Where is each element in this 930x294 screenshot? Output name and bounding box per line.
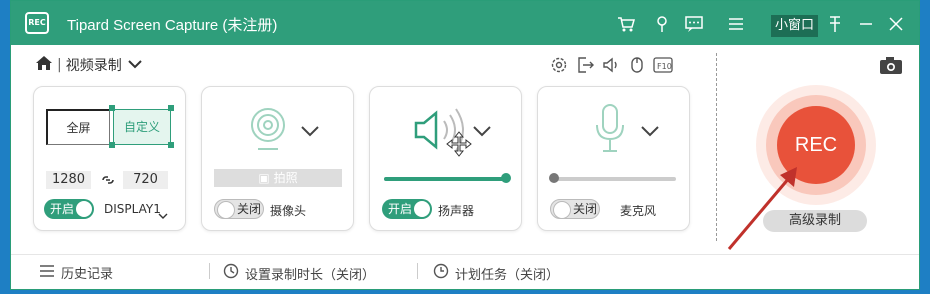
history-label: 历史记录 xyxy=(61,267,114,282)
screen-toggle[interactable]: 开启 xyxy=(44,199,94,219)
duration-label: 设置录制时长（关闭） xyxy=(245,267,376,283)
camera-toggle[interactable]: 关闭 xyxy=(214,199,264,219)
camera-snapshot-icon[interactable] xyxy=(879,55,903,79)
camera-icon: ▣ xyxy=(258,171,274,185)
pin-icon[interactable] xyxy=(826,15,844,33)
home-icon[interactable] xyxy=(35,54,53,76)
toggle-label: 开启 xyxy=(388,202,413,216)
speaker-volume-slider[interactable] xyxy=(384,173,511,183)
webcam-icon xyxy=(248,107,288,155)
mode-label[interactable]: 视频录制 xyxy=(66,55,122,75)
footer-separator xyxy=(209,263,210,279)
export-icon[interactable] xyxy=(575,55,595,75)
speaker-label: 扬声器 xyxy=(438,204,475,218)
f10-icon[interactable]: F10 xyxy=(653,55,673,75)
custom-region-option[interactable]: 自定义 xyxy=(113,109,171,145)
camera-label: 摄像头 xyxy=(270,204,307,218)
microphone-icon xyxy=(594,103,626,159)
cart-icon[interactable] xyxy=(617,15,635,33)
duration-link[interactable]: 设置录制时长（关闭） xyxy=(223,263,375,283)
speaker-card: 开启 扬声器 xyxy=(369,86,522,231)
snapshot-label: 拍照 xyxy=(273,171,298,185)
app-window: REC Tipard Screen Capture (未注册) 小窗口 | 视频… xyxy=(10,0,920,290)
move-cursor-icon xyxy=(446,131,472,161)
resize-handle[interactable] xyxy=(168,142,174,148)
mic-volume-slider[interactable] xyxy=(549,173,676,183)
clock-icon xyxy=(433,263,449,283)
arrow-annotation-icon xyxy=(727,167,797,250)
fullscreen-option[interactable]: 全屏 xyxy=(46,109,110,145)
speaker-toggle[interactable]: 开启 xyxy=(382,199,432,219)
snapshot-button[interactable]: ▣ 拍照 xyxy=(214,169,342,187)
resize-handle[interactable] xyxy=(168,105,174,111)
feedback-icon[interactable] xyxy=(685,15,703,33)
close-icon[interactable] xyxy=(887,15,905,33)
mic-label: 麦克风 xyxy=(620,204,657,218)
resize-handle[interactable] xyxy=(109,105,115,111)
display-select[interactable]: DISPLAY1 xyxy=(104,202,161,216)
resize-handle[interactable] xyxy=(109,142,115,148)
camera-card: ▣ 拍照 关闭 摄像头 xyxy=(201,86,354,231)
toggle-label: 开启 xyxy=(50,202,75,216)
title-bar: REC Tipard Screen Capture (未注册) 小窗口 xyxy=(11,1,919,45)
menu-icon[interactable] xyxy=(727,15,745,33)
schedule-label: 计划任务（关闭） xyxy=(455,267,560,283)
history-link[interactable]: 历史记录 xyxy=(39,263,113,282)
timer-icon xyxy=(223,263,239,283)
mic-toggle[interactable]: 关闭 xyxy=(550,199,600,219)
tool-icons: F10 xyxy=(549,55,673,75)
footer-bar: 历史记录 设置录制时长（关闭） 计划任务（关闭） xyxy=(11,254,919,290)
volume-icon[interactable] xyxy=(601,55,621,75)
rec-logo-icon: REC xyxy=(25,12,49,34)
svg-text:F10: F10 xyxy=(657,62,672,71)
footer-separator xyxy=(417,263,418,279)
screen-card: 全屏 自定义 1280 720 开启 DISPLAY1 xyxy=(33,86,186,231)
settings-icon[interactable] xyxy=(549,55,569,75)
chevron-down-icon[interactable] xyxy=(640,123,660,142)
width-input[interactable]: 1280 xyxy=(46,171,91,189)
chevron-down-icon[interactable] xyxy=(128,57,142,73)
slider-fill xyxy=(384,177,506,181)
chevron-down-icon[interactable] xyxy=(472,123,492,142)
key-icon[interactable] xyxy=(653,15,671,33)
schedule-link[interactable]: 计划任务（关闭） xyxy=(433,263,559,283)
slider-knob[interactable] xyxy=(549,173,559,183)
chevron-down-icon[interactable] xyxy=(300,123,320,142)
link-icon[interactable] xyxy=(100,172,116,192)
mic-card: 关闭 麦克风 xyxy=(537,86,690,231)
app-title: Tipard Screen Capture (未注册) xyxy=(67,17,278,34)
mouse-icon[interactable] xyxy=(627,55,647,75)
chevron-down-icon[interactable] xyxy=(158,205,168,224)
slider-knob[interactable] xyxy=(501,173,511,183)
height-input[interactable]: 720 xyxy=(123,171,168,189)
divider xyxy=(716,53,717,241)
toggle-label: 关闭 xyxy=(573,202,598,216)
minimize-icon[interactable] xyxy=(857,15,875,33)
mode-nav[interactable]: | 视频录制 xyxy=(35,54,142,76)
list-icon xyxy=(39,264,55,282)
toggle-label: 关闭 xyxy=(237,202,262,216)
mini-window-button[interactable]: 小窗口 xyxy=(771,15,819,37)
